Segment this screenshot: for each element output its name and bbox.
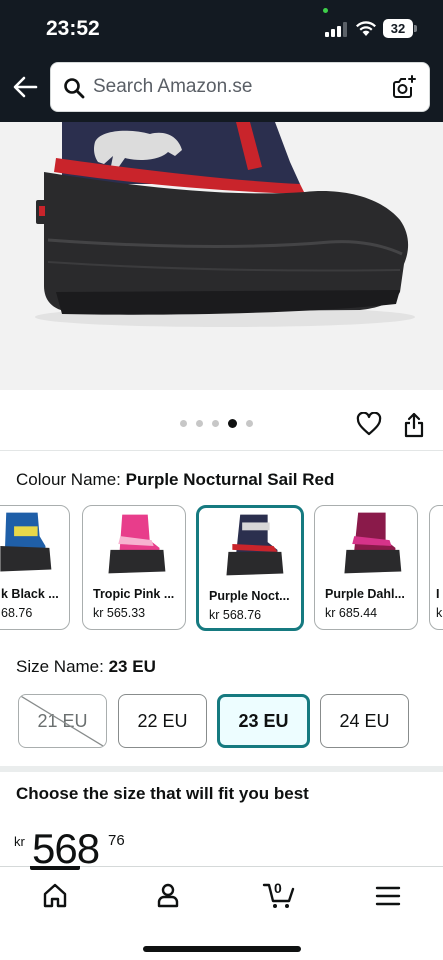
swatch-name: Purple Noct... [209,589,290,603]
cart-count: 0 [274,880,282,896]
swatch-price: kr 565.33 [93,606,146,620]
size-option-23-selected[interactable]: 23 EU [217,694,310,748]
active-tab-indicator [30,866,80,870]
carousel-dot[interactable] [212,420,219,427]
swatch-boot-image [344,512,402,574]
back-arrow-icon[interactable] [12,74,38,100]
size-name-label: Size Name: 23 EU [16,657,156,677]
swatch-name: k Black ... [1,587,59,601]
colour-name-label: Colour Name: Purple Nocturnal Sail Red [16,470,334,490]
swatch-boot-image [108,514,166,574]
menu-icon[interactable] [373,881,403,911]
home-indicator [143,946,301,952]
cellular-signal-icon [325,22,347,37]
image-controls [0,390,443,450]
swatch-price: kr 568.76 [209,608,262,622]
size-option-label: 22 EU [137,711,188,731]
search-bar[interactable] [50,62,430,112]
colour-label-prefix: Colour Name: [16,470,126,489]
size-fit-heading: Choose the size that will fit you best [16,784,309,803]
account-icon[interactable] [153,881,183,911]
swatch-price: 68.76 [1,606,33,620]
status-bar: 23:52 32 [0,0,443,60]
carousel-dot[interactable] [196,420,203,427]
heart-icon[interactable] [356,412,382,436]
carousel-dot-active[interactable] [228,419,237,428]
search-input[interactable] [93,63,373,111]
camera-scan-icon[interactable] [391,74,417,100]
size-label-prefix: Size Name: [16,657,109,676]
swatch-tropic-pink[interactable]: Tropic Pink ... kr 565.33 [82,505,186,630]
swatch-price: k [436,606,443,620]
swatch-purple-dahlia[interactable]: Purple Dahl... kr 685.44 [314,505,418,630]
carousel-dot[interactable] [246,420,253,427]
swatch-boot-image [226,514,284,576]
size-option-label: 24 EU [339,711,390,731]
share-icon[interactable] [403,412,425,438]
product-image[interactable] [0,122,443,390]
colour-swatches: k Black ... 68.76 Tropic Pink ... kr 565… [0,505,443,631]
price-currency: kr [14,834,25,849]
swatch-name: Purple Dahl... [325,587,405,601]
swatch-purple-nocturnal[interactable]: Purple Noct... kr 568.76 [196,505,304,631]
wifi-icon [356,21,376,36]
swatch-name: I [436,587,440,601]
bottom-nav: 0 [0,866,443,960]
size-option-24[interactable]: 24 EU [320,694,409,748]
divider [0,450,443,451]
cart-button[interactable]: 0 [262,877,296,911]
home-icon[interactable] [40,881,70,911]
section-divider [0,766,443,772]
status-time: 23:52 [46,17,100,40]
swatch-partial[interactable]: I k [429,505,443,630]
size-value: 23 EU [108,657,156,676]
carousel-dots[interactable] [180,419,253,430]
unavailable-strike-icon [19,695,106,747]
swatch-boot-image [0,512,52,572]
battery-tip [414,25,417,32]
swatch-price: kr 685.44 [325,606,378,620]
size-option-label: 23 EU [238,711,289,731]
price-fraction: 76 [108,832,125,849]
header [0,60,443,122]
search-icon [64,78,85,99]
battery-indicator: 32 [383,19,413,38]
size-option-21-unavailable[interactable]: 21 EU [18,694,107,748]
boot-illustration [35,122,415,327]
carousel-dot[interactable] [180,420,187,427]
size-option-22[interactable]: 22 EU [118,694,207,748]
privacy-indicator-icon [323,8,328,13]
swatch-name: Tropic Pink ... [93,587,175,601]
colour-value: Purple Nocturnal Sail Red [125,470,335,489]
swatch-black[interactable]: k Black ... 68.76 [0,505,70,630]
